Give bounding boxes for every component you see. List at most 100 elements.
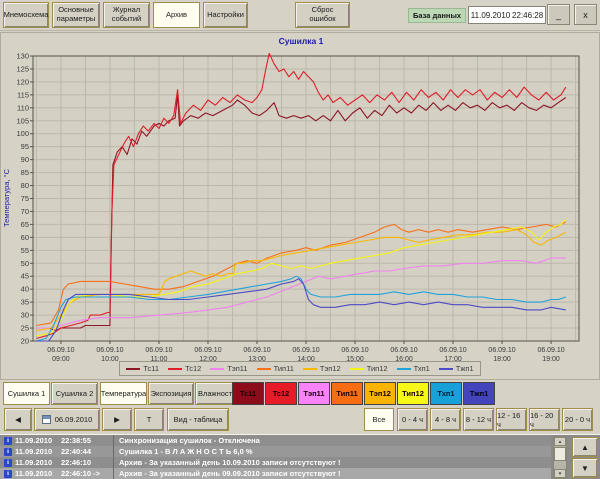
svg-text:75: 75 — [21, 194, 29, 203]
scrollbar-thumb[interactable] — [554, 447, 566, 461]
svg-text:70: 70 — [21, 207, 29, 216]
scrollbar-down-icon[interactable]: ▾ — [554, 469, 566, 478]
svg-text:35: 35 — [21, 298, 29, 307]
svg-text:30: 30 — [21, 311, 29, 320]
navigation-row: ◀ 06.09.2010 ▶ Т Вид - таблица Все0 - 4 … — [0, 408, 600, 432]
range-button-4-8ч[interactable]: 4 - 8 ч — [430, 408, 461, 431]
log-row[interactable]: i11.09.201022:46:10 Архив - За указанный … — [0, 457, 551, 468]
reset-errors-button[interactable]: Сброс ошибок — [295, 2, 350, 28]
legend-color-dash — [257, 368, 271, 370]
svg-text:85: 85 — [21, 168, 29, 177]
range-button-20-0ч[interactable]: 20 - 0 ч — [562, 408, 593, 431]
log-page-up-button[interactable]: ▲ — [572, 437, 598, 457]
prev-day-button[interactable]: ◀ — [4, 408, 32, 431]
close-button[interactable]: x — [574, 4, 597, 25]
series-toggle-Тэп11[interactable]: Тэп11 — [298, 382, 330, 405]
dryer-tab-2[interactable]: Сушилка 2 — [51, 382, 98, 405]
svg-text:45: 45 — [21, 272, 29, 281]
toolbar-tab-4[interactable]: Архив — [153, 2, 200, 28]
date-picker-value: 06.09.2010 — [55, 415, 93, 424]
log-time: 22:38:55 — [61, 436, 113, 445]
log-column-divider — [113, 457, 114, 468]
info-icon: i — [4, 459, 12, 467]
log-page-down-button[interactable]: ▼ — [572, 458, 598, 478]
legend-item-Тхп1: Тхп1 — [397, 364, 430, 373]
svg-text:06.09.10: 06.09.10 — [292, 347, 319, 354]
info-icon: i — [4, 470, 12, 478]
log-time: 22:46:10 — [61, 458, 113, 467]
series-toggle-Тип11[interactable]: Тип11 — [331, 382, 363, 405]
svg-text:40: 40 — [21, 285, 29, 294]
current-time: 22:46:28 — [512, 11, 543, 20]
log-column-divider — [113, 435, 114, 446]
range-button-16-20ч[interactable]: 16 - 20 ч — [529, 408, 560, 431]
date-picker[interactable]: 06.09.2010 — [34, 408, 100, 431]
toolbar-tab-5[interactable]: Настройки — [203, 2, 248, 28]
mode-tab-Экспозиция[interactable]: Экспозиция — [148, 382, 194, 405]
log-row[interactable]: i11.09.201022:46:10 ->Архив - За указанн… — [0, 468, 551, 479]
legend-label: Тэп11 — [227, 364, 247, 373]
range-button-12-16ч[interactable]: 12 - 16 ч — [496, 408, 527, 431]
svg-text:115: 115 — [17, 90, 29, 99]
current-date: 11.09.2010 — [471, 11, 510, 20]
svg-text:105: 105 — [16, 116, 29, 125]
legend-color-dash — [126, 368, 140, 370]
series-toggle-Тэп12[interactable]: Тэп12 — [364, 382, 396, 405]
legend-color-dash — [210, 368, 224, 370]
log-time: 22:40:44 — [61, 447, 113, 456]
selector-row: Сушилка 1Сушилка 2ТемператураЭкспозицияВ… — [0, 382, 600, 406]
log-message: Синхронизация сушилок - Отключена — [119, 436, 260, 445]
legend-item-Тип11: Тип11 — [257, 364, 294, 373]
svg-text:06.09.10: 06.09.10 — [145, 347, 172, 354]
log-message: Архив - За указанный день 09.09.2010 зап… — [119, 469, 341, 478]
log-row[interactable]: i11.09.201022:38:55Синхронизация сушилок… — [0, 435, 551, 446]
range-button-8-12ч[interactable]: 8 - 12 ч — [463, 408, 494, 431]
range-button-all[interactable]: Все — [364, 408, 394, 431]
log-column-divider — [113, 446, 114, 457]
svg-text:110: 110 — [17, 103, 29, 112]
range-button-0-4ч[interactable]: 0 - 4 ч — [397, 408, 428, 431]
log-row[interactable]: i11.09.201022:40:44Сушилка 1 - В Л А Ж Н… — [0, 446, 551, 457]
legend-item-Тжп1: Тжп1 — [439, 364, 474, 373]
log-message: Сушилка 1 - В Л А Ж Н О С Т Ь 6,0 % — [119, 447, 253, 456]
toolbar-tab-1[interactable]: Мнемосхема — [3, 2, 49, 28]
minimize-button[interactable]: _ — [547, 4, 570, 25]
mode-tab-Температура[interactable]: Температура — [100, 382, 147, 405]
series-toggle-Тхп1[interactable]: Тхп1 — [430, 382, 462, 405]
dryer-tab-1[interactable]: Сушилка 1 — [3, 382, 50, 405]
series-toggle-Тип12[interactable]: Тип12 — [397, 382, 429, 405]
series-toggle-Тс12[interactable]: Тс12 — [265, 382, 297, 405]
top-toolbar: МнемосхемаОсновные параметрыЖурнал событ… — [0, 0, 600, 31]
toolbar-tab-3[interactable]: Журнал событий — [103, 2, 150, 28]
view-table-button[interactable]: Вид - таблица — [167, 408, 229, 431]
svg-text:06.09.10: 06.09.10 — [47, 347, 74, 354]
svg-text:06.09.10: 06.09.10 — [537, 347, 564, 354]
log-date: 11.09.2010 — [15, 458, 61, 467]
legend-color-dash — [350, 368, 364, 370]
log-message: Архив - За указанный день 10.09.2010 зап… — [119, 458, 341, 467]
trend-chart-panel: 2025303540455055606570758085909510010511… — [0, 32, 600, 380]
info-icon: i — [4, 448, 12, 456]
svg-text:20: 20 — [21, 337, 29, 346]
t-button[interactable]: Т — [134, 408, 164, 431]
calendar-icon — [42, 415, 51, 424]
svg-text:06.09.10: 06.09.10 — [194, 347, 221, 354]
series-toggle-Тс11[interactable]: Тс11 — [232, 382, 264, 405]
svg-text:130: 130 — [16, 52, 29, 61]
toolbar-tab-2[interactable]: Основные параметры — [52, 2, 100, 28]
datetime-display: 11.09.2010 22:46:28 — [468, 6, 546, 24]
log-column-divider — [113, 468, 114, 479]
legend-item-Тс11: Тс11 — [126, 364, 159, 373]
svg-text:60: 60 — [21, 233, 29, 242]
series-toggle-Тжп1[interactable]: Тжп1 — [463, 382, 495, 405]
legend-color-dash — [168, 368, 182, 370]
log-date: 11.09.2010 — [15, 469, 61, 478]
svg-text:90: 90 — [21, 155, 29, 164]
next-day-button[interactable]: ▶ — [102, 408, 132, 431]
legend-label: Тип11 — [274, 364, 294, 373]
scrollbar-up-icon[interactable]: ▴ — [554, 437, 566, 446]
svg-text:06.09.10: 06.09.10 — [439, 347, 466, 354]
event-log-scrollbar[interactable]: ▴ ▾ — [553, 436, 567, 479]
svg-text:06.09.10: 06.09.10 — [341, 347, 368, 354]
legend-label: Тип12 — [367, 364, 388, 373]
